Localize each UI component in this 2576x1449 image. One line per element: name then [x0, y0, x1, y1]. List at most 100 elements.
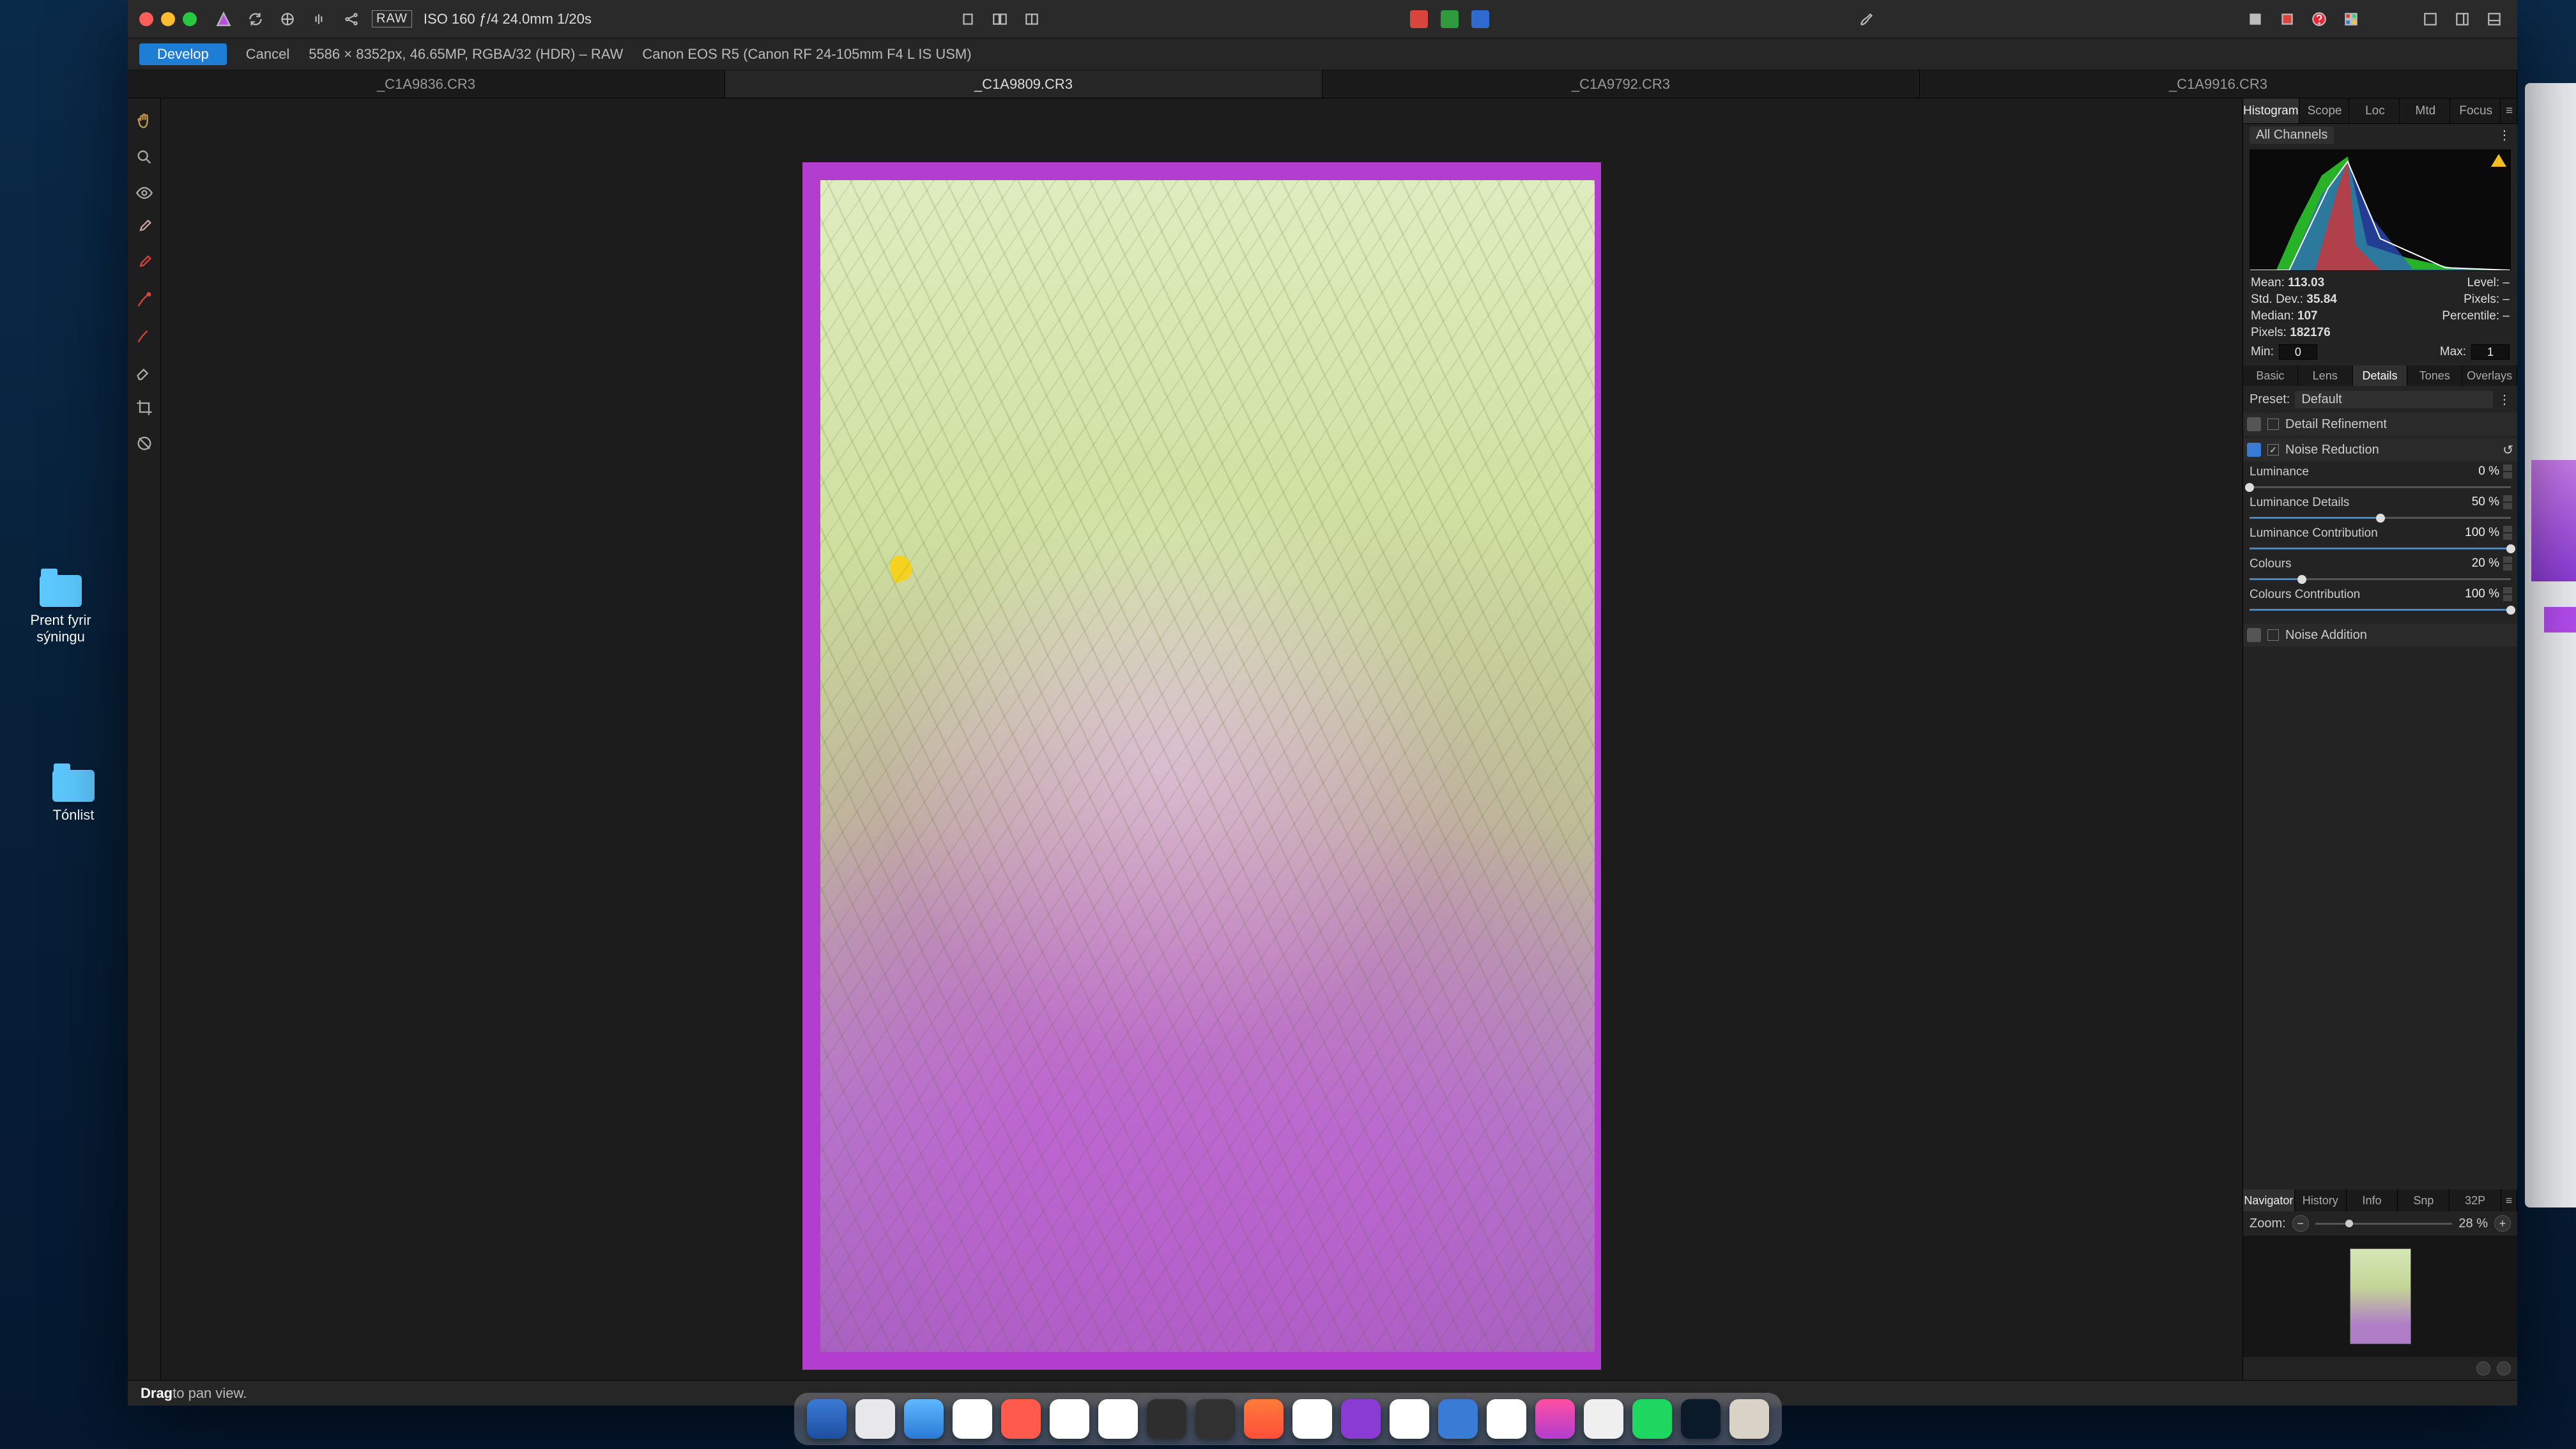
- minimize-window[interactable]: [161, 12, 175, 26]
- tab-navigator[interactable]: Navigator: [2243, 1190, 2295, 1211]
- dock-spotify-icon[interactable]: [1632, 1399, 1672, 1439]
- dock-lightroom-icon[interactable]: [1681, 1399, 1721, 1439]
- slider-stepper[interactable]: [2503, 464, 2512, 479]
- tab-overlays[interactable]: Overlays: [2462, 365, 2517, 386]
- tab-32p[interactable]: 32P: [2450, 1190, 2501, 1211]
- slider-stepper[interactable]: [2503, 494, 2512, 510]
- tab-histogram[interactable]: Histogram: [2243, 98, 2299, 123]
- noise-reduction-header[interactable]: ✓ Noise Reduction ↺: [2243, 438, 2517, 461]
- tab-tones[interactable]: Tones: [2407, 365, 2462, 386]
- fullscreen-window[interactable]: [183, 12, 197, 26]
- palette-icon[interactable]: [2340, 8, 2363, 31]
- tab-info[interactable]: Info: [2347, 1190, 2398, 1211]
- help-icon[interactable]: [2308, 8, 2331, 31]
- dock-skype-icon[interactable]: [1487, 1399, 1526, 1439]
- document-tab[interactable]: _C1A9916.CR3: [1920, 70, 2517, 98]
- tab-scope[interactable]: Scope: [2301, 98, 2350, 123]
- detail-refinement-header[interactable]: Detail Refinement: [2243, 413, 2517, 436]
- tab-snp[interactable]: Snp: [2398, 1190, 2450, 1211]
- document-tab[interactable]: _C1A9792.CR3: [1322, 70, 1920, 98]
- slider-luminance-contribution[interactable]: Luminance Contribution100 %: [2243, 523, 2517, 553]
- noiseadd-checkbox[interactable]: [2267, 629, 2279, 641]
- dock-app-icon[interactable]: [1244, 1399, 1284, 1439]
- zoom-tool-icon[interactable]: [133, 146, 156, 169]
- slider-value[interactable]: 100 %: [2458, 526, 2499, 540]
- sync-icon[interactable]: [244, 8, 267, 31]
- wb-tool-icon[interactable]: [133, 217, 156, 240]
- tab-details[interactable]: Details: [2353, 365, 2408, 386]
- dock-tv-icon[interactable]: [1147, 1399, 1186, 1439]
- slider-value[interactable]: 20 %: [2458, 556, 2499, 571]
- share-icon[interactable]: [340, 8, 363, 31]
- preset-stepper-icon[interactable]: ⋮: [2498, 392, 2511, 408]
- overlay-erase-tool-icon[interactable]: [133, 360, 156, 383]
- tab-basic[interactable]: Basic: [2243, 365, 2298, 386]
- layout-1-icon[interactable]: [2419, 8, 2442, 31]
- single-view-icon[interactable]: [956, 8, 979, 31]
- reset-icon[interactable]: ↺: [2503, 442, 2513, 458]
- view-tool-icon[interactable]: [133, 181, 156, 204]
- zoom-out-button[interactable]: −: [2292, 1215, 2309, 1232]
- nav-settings-icon[interactable]: [2476, 1361, 2490, 1376]
- clip-midtones-toggle[interactable]: [1441, 10, 1459, 28]
- tab-history[interactable]: History: [2295, 1190, 2347, 1211]
- slider-stepper[interactable]: [2503, 586, 2512, 602]
- canvas[interactable]: [161, 98, 2242, 1380]
- tab-focus[interactable]: Focus: [2451, 98, 2501, 123]
- noise-addition-header[interactable]: Noise Addition: [2243, 624, 2517, 647]
- zoom-slider[interactable]: [2315, 1223, 2453, 1225]
- slider-colours[interactable]: Colours20 %: [2243, 553, 2517, 584]
- preset-dropdown[interactable]: Default: [2295, 391, 2493, 408]
- navigator-preview[interactable]: [2243, 1236, 2517, 1357]
- dock-app-icon[interactable]: [1050, 1399, 1089, 1439]
- zoom-in-button[interactable]: +: [2494, 1215, 2511, 1232]
- wb-picker-icon[interactable]: [276, 8, 299, 31]
- tab-lens[interactable]: Lens: [2298, 365, 2353, 386]
- overlay-paint-tool-icon[interactable]: [133, 325, 156, 348]
- dock-music-icon[interactable]: [1001, 1399, 1041, 1439]
- dock-finder-icon[interactable]: [807, 1399, 847, 1439]
- layout-3-icon[interactable]: [2483, 8, 2506, 31]
- tab-more-icon[interactable]: ≡: [2502, 98, 2517, 123]
- close-window[interactable]: [139, 12, 153, 26]
- max-input[interactable]: 1: [2471, 344, 2510, 360]
- dock-safari-icon[interactable]: [904, 1399, 944, 1439]
- crop-tool-icon[interactable]: [2276, 8, 2299, 31]
- document-tab[interactable]: _C1A9809.CR3: [725, 70, 1322, 98]
- blemish-tool-icon[interactable]: [133, 289, 156, 312]
- brush-icon[interactable]: [1856, 8, 1879, 31]
- waveform-icon[interactable]: [308, 8, 331, 31]
- clip-highlights-toggle[interactable]: [1471, 10, 1489, 28]
- crop-tool-icon[interactable]: [133, 396, 156, 419]
- split-view-icon[interactable]: [1020, 8, 1043, 31]
- dock-app-icon[interactable]: [1438, 1399, 1478, 1439]
- overlay-gradient-tool-icon[interactable]: [133, 432, 156, 455]
- assistant-icon[interactable]: [2244, 8, 2267, 31]
- cancel-button[interactable]: Cancel: [246, 46, 289, 63]
- channel-dropdown[interactable]: All Channels: [2250, 126, 2334, 144]
- slider-value[interactable]: 100 %: [2458, 587, 2499, 601]
- nav-gear-icon[interactable]: [2497, 1361, 2511, 1376]
- hand-tool-icon[interactable]: [133, 110, 156, 133]
- dock-app-icon[interactable]: [855, 1399, 895, 1439]
- clip-shadows-toggle[interactable]: [1410, 10, 1428, 28]
- redeye-tool-icon[interactable]: [133, 253, 156, 276]
- dock-app-icon[interactable]: [1341, 1399, 1381, 1439]
- tab-mtd[interactable]: Mtd: [2401, 98, 2450, 123]
- dock-app-icon[interactable]: [1390, 1399, 1429, 1439]
- dock-mail-icon[interactable]: [953, 1399, 992, 1439]
- dock-trash-icon[interactable]: [1729, 1399, 1769, 1439]
- slider-luminance-details[interactable]: Luminance Details50 %: [2243, 492, 2517, 523]
- slider-value[interactable]: 0 %: [2458, 464, 2499, 479]
- dock-app-icon[interactable]: [1584, 1399, 1623, 1439]
- tab-loc[interactable]: Loc: [2350, 98, 2400, 123]
- noise-checkbox[interactable]: ✓: [2267, 444, 2279, 456]
- dock-appstore-icon[interactable]: [1195, 1399, 1235, 1439]
- layout-2-icon[interactable]: [2451, 8, 2474, 31]
- tab-more-icon[interactable]: ≡: [2501, 1190, 2517, 1211]
- dock-affinity-icon[interactable]: [1535, 1399, 1575, 1439]
- dock-app-icon[interactable]: [1292, 1399, 1332, 1439]
- options-icon[interactable]: ⋮: [2498, 127, 2511, 143]
- histogram[interactable]: [2250, 150, 2511, 271]
- image-preview[interactable]: [802, 162, 1601, 1370]
